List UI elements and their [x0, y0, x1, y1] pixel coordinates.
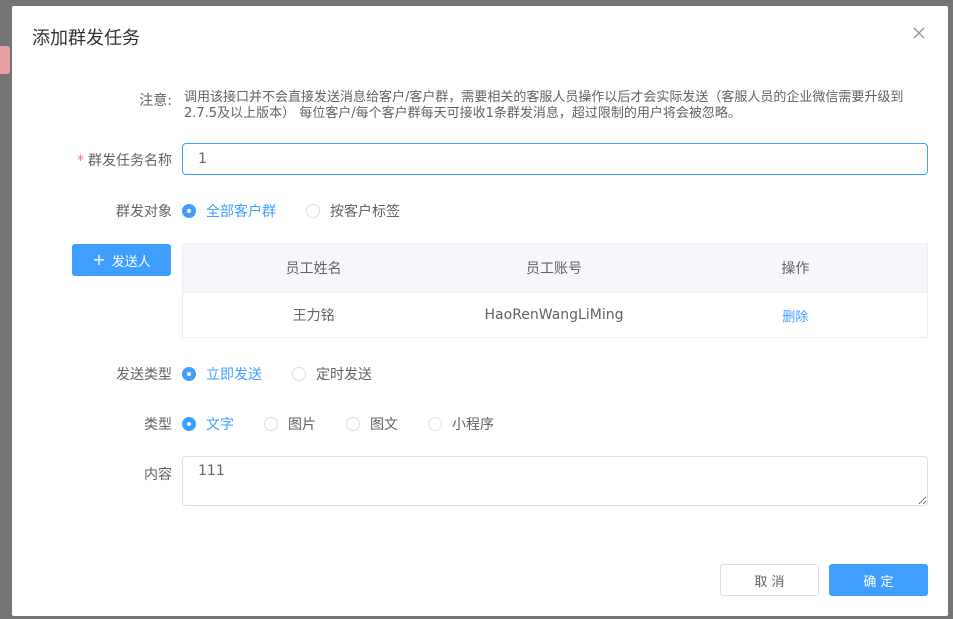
radio-checked-icon — [182, 417, 196, 431]
radio-label: 小程序 — [452, 417, 494, 433]
radio-checked-icon — [182, 204, 196, 218]
radio-label: 立即发送 — [206, 367, 262, 383]
radio-label: 文字 — [206, 417, 234, 433]
radio-label: 图文 — [370, 417, 398, 433]
notice-text: 调用该接口并不会直接发送消息给客户/客户群，需要相关的客服人员操作以后才会实际发… — [184, 90, 904, 121]
radio-scheduled[interactable]: 定时发送 — [292, 364, 372, 384]
msg-type-radio-group: 文字 图片 图文 小程序 — [182, 414, 524, 434]
col-employee-name: 员工姓名 — [285, 261, 342, 277]
radio-image-text[interactable]: 图文 — [346, 414, 398, 434]
radio-unchecked-icon — [346, 417, 360, 431]
target-label: 群发对象 — [116, 204, 172, 220]
delete-link[interactable]: 删除 — [782, 306, 808, 325]
add-sender-label: 发送人 — [111, 254, 151, 270]
send-type-radio-group: 立即发送 定时发送 — [182, 364, 402, 384]
add-sender-button[interactable]: + 发送人 — [72, 244, 171, 276]
radio-label: 全部客户群 — [206, 204, 276, 220]
col-employee-account: 员工账号 — [526, 261, 582, 277]
radio-unchecked-icon — [428, 417, 442, 431]
notice-label: 注意: — [139, 93, 172, 109]
sender-table: 员工姓名 员工账号 操作 王力铭 HaoRenWangLiMing 删除 — [182, 243, 928, 338]
radio-unchecked-icon — [264, 417, 278, 431]
cancel-button[interactable]: 取 消 — [720, 564, 819, 596]
radio-unchecked-icon — [292, 367, 306, 381]
radio-label: 定时发送 — [316, 367, 372, 383]
confirm-button[interactable]: 确 定 — [829, 564, 928, 596]
radio-by-tag[interactable]: 按客户标签 — [306, 201, 400, 221]
radio-checked-icon — [182, 367, 196, 381]
task-name-input[interactable] — [182, 143, 928, 175]
radio-send-now[interactable]: 立即发送 — [182, 364, 262, 384]
radio-label: 按客户标签 — [330, 204, 400, 220]
content-label: 内容 — [144, 467, 172, 483]
background-badge — [0, 46, 10, 74]
close-icon[interactable] — [912, 26, 926, 40]
col-action: 操作 — [781, 261, 810, 277]
cell-employee-name: 王力铭 — [292, 308, 335, 324]
target-radio-group: 全部客户群 按客户标签 — [182, 201, 430, 221]
dialog-title: 添加群发任务 — [32, 28, 140, 49]
send-type-label: 发送类型 — [116, 367, 172, 383]
msg-type-label: 类型 — [144, 417, 172, 433]
task-name-label: * 群发任务名称 — [12, 150, 172, 170]
plus-icon: + — [92, 250, 106, 269]
add-broadcast-task-dialog: 添加群发任务 注意: 调用该接口并不会直接发送消息给客户/客户群，需要相关的客服… — [12, 6, 948, 616]
table-row: 王力铭 HaoRenWangLiMing 删除 — [183, 293, 927, 337]
content-textarea[interactable]: 111 — [182, 456, 928, 506]
cell-action: 删除 — [664, 293, 927, 337]
table-header: 员工姓名 员工账号 操作 — [183, 244, 927, 293]
radio-mini-program[interactable]: 小程序 — [428, 414, 494, 434]
radio-image[interactable]: 图片 — [264, 414, 316, 434]
cell-employee-account: HaoRenWangLiMing — [484, 307, 624, 323]
radio-unchecked-icon — [306, 204, 320, 218]
radio-all-groups[interactable]: 全部客户群 — [182, 201, 276, 221]
radio-text[interactable]: 文字 — [182, 414, 234, 434]
required-mark: * — [77, 153, 84, 169]
radio-label: 图片 — [288, 417, 316, 433]
task-name-label-text: 群发任务名称 — [88, 153, 172, 169]
